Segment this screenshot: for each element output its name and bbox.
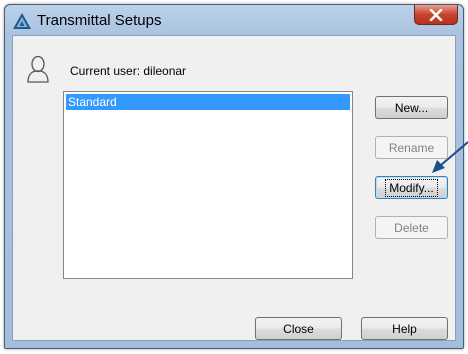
window-title: Transmittal Setups bbox=[37, 12, 162, 29]
new-button[interactable]: New... bbox=[375, 96, 448, 119]
delete-button[interactable]: Delete bbox=[375, 216, 448, 239]
rename-button[interactable]: Rename bbox=[375, 136, 448, 159]
dialog-body: Current user: dileonar Standard New... R… bbox=[12, 35, 456, 341]
list-item-standard[interactable]: Standard bbox=[66, 94, 350, 110]
current-user-label: Current user: dileonar bbox=[70, 64, 187, 78]
help-button-label: Help bbox=[392, 321, 417, 336]
close-button-label: Close bbox=[283, 321, 314, 336]
modify-button-label: Modify... bbox=[385, 178, 438, 197]
autocad-a-icon bbox=[13, 13, 31, 29]
close-window-button[interactable] bbox=[414, 5, 458, 25]
delete-button-label: Delete bbox=[394, 220, 429, 235]
close-icon bbox=[429, 8, 443, 21]
new-button-label: New... bbox=[394, 100, 429, 115]
transmittal-setups-dialog: Transmittal Setups Current user: dileona… bbox=[4, 4, 464, 349]
help-button[interactable]: Help bbox=[361, 317, 448, 340]
setups-listbox[interactable]: Standard bbox=[63, 91, 353, 279]
close-button[interactable]: Close bbox=[255, 317, 342, 340]
modify-button[interactable]: Modify... bbox=[375, 176, 448, 199]
title-bar[interactable]: Transmittal Setups bbox=[5, 5, 463, 35]
user-silhouette-icon bbox=[27, 55, 49, 83]
rename-button-label: Rename bbox=[388, 140, 435, 155]
